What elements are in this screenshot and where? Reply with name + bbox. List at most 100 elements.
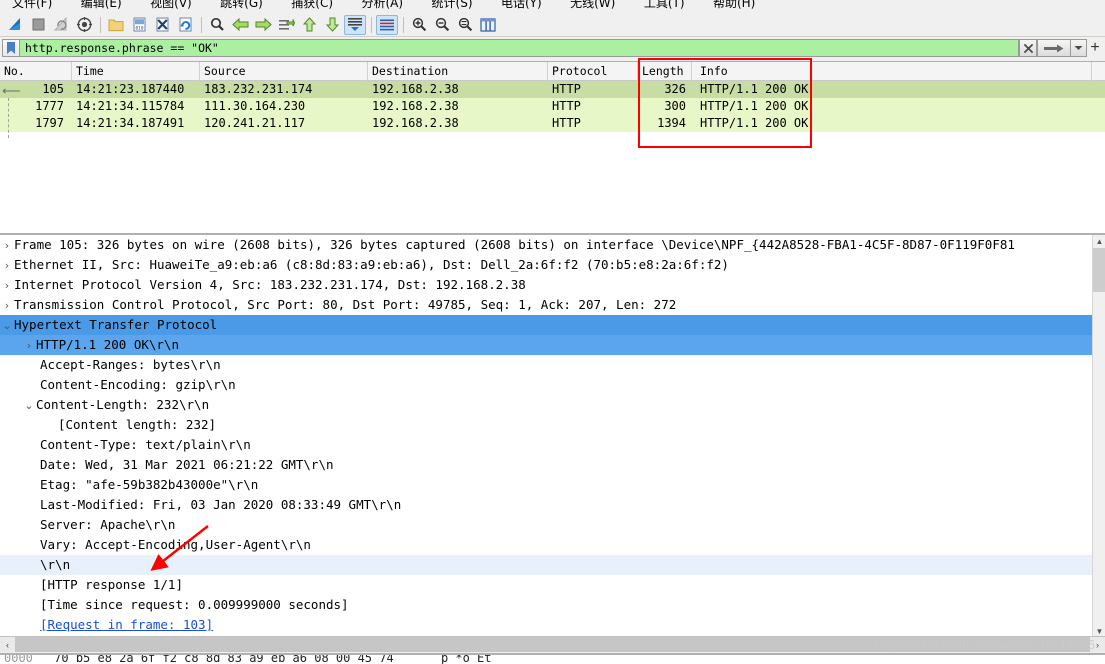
stop-capture-icon[interactable] xyxy=(27,15,49,35)
go-to-packet-icon[interactable] xyxy=(275,15,297,35)
detail-row-content-encoding[interactable]: Content-Encoding: gzip\r\n xyxy=(0,375,1092,395)
column-header-no[interactable]: No. xyxy=(0,62,72,81)
go-first-packet-icon[interactable] xyxy=(298,15,320,35)
column-header-time[interactable]: Time xyxy=(72,62,200,81)
scroll-left-icon[interactable]: ‹ xyxy=(0,637,15,652)
scroll-right-icon[interactable]: › xyxy=(1090,637,1105,652)
zoom-in-icon[interactable] xyxy=(408,15,430,35)
chevron-right-icon[interactable]: › xyxy=(0,256,14,276)
restart-capture-icon[interactable] xyxy=(50,15,72,35)
scrollbar-thumb[interactable] xyxy=(1093,248,1105,292)
detail-row-crlf[interactable]: \r\n xyxy=(0,555,1092,575)
column-header-destination[interactable]: Destination xyxy=(368,62,548,81)
chevron-right-icon[interactable]: › xyxy=(0,236,14,256)
cell-length: 1394 xyxy=(657,116,686,130)
apply-filter-icon[interactable] xyxy=(1037,39,1071,57)
detail-row-server[interactable]: Server: Apache\r\n xyxy=(0,515,1092,535)
menu-item-tools[interactable]: 工具(T) xyxy=(632,0,697,9)
bytes-offset: 0000 xyxy=(4,653,33,664)
menu-item-file[interactable]: 文件(F) xyxy=(0,0,64,9)
save-file-icon[interactable]: 010 xyxy=(128,15,150,35)
table-row[interactable]: 1777 14:21:34.115784 111.30.164.230 192.… xyxy=(0,98,1105,115)
detail-row-text: Internet Protocol Version 4, Src: 183.23… xyxy=(14,277,526,292)
find-packet-icon[interactable] xyxy=(206,15,228,35)
resize-columns-icon[interactable] xyxy=(477,15,499,35)
reload-file-icon[interactable] xyxy=(174,15,196,35)
scroll-down-icon[interactable]: ▼ xyxy=(1093,625,1105,636)
detail-row-content-length-value[interactable]: [Content length: 232] xyxy=(0,415,1092,435)
bytes-ascii: p *o Et xyxy=(440,653,492,664)
column-header-length[interactable]: Length xyxy=(638,62,692,81)
detail-vertical-scrollbar[interactable]: ▲ ▼ xyxy=(1092,235,1105,636)
request-in-frame-link[interactable]: [Request in frame: 103] xyxy=(40,617,213,632)
menu-item-help[interactable]: 帮助(H) xyxy=(701,0,767,9)
detail-row-last-modified[interactable]: Last-Modified: Fri, 03 Jan 2020 08:33:49… xyxy=(0,495,1092,515)
search-input[interactable]: http.response.phrase == "OK" xyxy=(20,39,1019,57)
detail-row-request-in-frame[interactable]: [Request in frame: 103] xyxy=(0,615,1092,635)
detail-row-content-type[interactable]: Content-Type: text/plain\r\n xyxy=(0,435,1092,455)
menu-bar: 文件(F) 编辑(E) 视图(V) 跳转(G) 捕获(C) 分析(A) 统计(S… xyxy=(0,0,1105,13)
toolbar-separator xyxy=(100,16,101,33)
scroll-up-icon[interactable]: ▲ xyxy=(1093,235,1105,248)
packet-list-rows: 105 14:21:23.187440 183.232.231.174 192.… xyxy=(0,81,1105,132)
cell-protocol: HTTP xyxy=(552,116,581,130)
cell-destination: 192.168.2.38 xyxy=(372,82,459,96)
zoom-reset-icon[interactable] xyxy=(454,15,476,35)
detail-row-etag[interactable]: Etag: "afe-59b382b43000e"\r\n xyxy=(0,475,1092,495)
detail-row-status-line[interactable]: › HTTP/1.1 200 OK\r\n xyxy=(0,335,1092,355)
table-row[interactable]: 1797 14:21:34.187491 120.241.21.117 192.… xyxy=(0,115,1105,132)
add-filter-button[interactable]: + xyxy=(1087,39,1103,57)
menu-item-wireless[interactable]: 无线(W) xyxy=(558,0,627,9)
detail-row-ipv4[interactable]: › Internet Protocol Version 4, Src: 183.2… xyxy=(0,275,1092,295)
column-header-info[interactable]: Info xyxy=(692,62,1092,81)
zoom-out-icon[interactable] xyxy=(431,15,453,35)
detail-row-tcp[interactable]: › Transmission Control Protocol, Src Port… xyxy=(0,295,1092,315)
table-row[interactable]: 105 14:21:23.187440 183.232.231.174 192.… xyxy=(0,81,1105,98)
detail-row-ethernet[interactable]: › Ethernet II, Src: HuaweiTe_a9:eb:a6 (c8… xyxy=(0,255,1092,275)
menu-item-view[interactable]: 视图(V) xyxy=(138,0,204,9)
scrollbar-track[interactable] xyxy=(15,637,1090,652)
chevron-down-icon[interactable] xyxy=(1071,39,1087,57)
detail-row-accept-ranges[interactable]: Accept-Ranges: bytes\r\n xyxy=(0,355,1092,375)
menu-item-go[interactable]: 跳转(G) xyxy=(208,0,275,9)
chevron-right-icon[interactable]: › xyxy=(0,276,14,296)
detail-row-content-length[interactable]: ⌄ Content-Length: 232\r\n xyxy=(0,395,1092,415)
detail-row-date[interactable]: Date: Wed, 31 Mar 2021 06:21:22 GMT\r\n xyxy=(0,455,1092,475)
column-header-protocol[interactable]: Protocol xyxy=(548,62,638,81)
go-last-packet-icon[interactable] xyxy=(321,15,343,35)
cell-destination: 192.168.2.38 xyxy=(372,116,459,130)
go-back-icon[interactable] xyxy=(229,15,251,35)
chevron-right-icon[interactable]: › xyxy=(0,296,14,316)
go-forward-icon[interactable] xyxy=(252,15,274,35)
menu-item-edit[interactable]: 编辑(E) xyxy=(69,0,134,9)
detail-horizontal-scrollbar[interactable]: ‹ › xyxy=(0,636,1105,652)
column-header-source[interactable]: Source xyxy=(200,62,368,81)
menu-item-capture[interactable]: 捕获(C) xyxy=(279,0,345,9)
menu-item-statistics[interactable]: 统计(S) xyxy=(420,0,485,9)
start-capture-icon[interactable] xyxy=(4,15,26,35)
detail-row-vary[interactable]: Vary: Accept-Encoding,User-Agent\r\n xyxy=(0,535,1092,555)
close-file-icon[interactable] xyxy=(151,15,173,35)
bytes-hex: 70 b5 e8 2a 6f f2 c8 8d 83 a9 eb a6 08 0… xyxy=(54,653,394,664)
menu-item-analyze[interactable]: 分析(A) xyxy=(350,0,416,9)
detail-row-http-response[interactable]: [HTTP response 1/1] xyxy=(0,575,1092,595)
cell-time: 14:21:23.187440 xyxy=(76,82,185,96)
detail-row-text: Vary: Accept-Encoding,User-Agent\r\n xyxy=(40,537,311,552)
clear-filter-icon[interactable] xyxy=(1019,39,1037,57)
capture-options-icon[interactable] xyxy=(73,15,95,35)
chevron-down-icon[interactable]: ⌄ xyxy=(0,316,14,336)
bookmark-icon[interactable] xyxy=(2,39,20,57)
detail-row-frame[interactable]: › Frame 105: 326 bytes on wire (2608 bits… xyxy=(0,235,1092,255)
auto-scroll-icon[interactable] xyxy=(344,14,366,35)
detail-row-http[interactable]: ⌄ Hypertext Transfer Protocol xyxy=(0,315,1092,335)
cell-source: 111.30.164.230 xyxy=(204,99,306,113)
menu-item-telephony[interactable]: 电话(Y) xyxy=(489,0,554,9)
colorize-icon[interactable] xyxy=(376,14,398,35)
open-file-icon[interactable] xyxy=(105,15,127,35)
detail-row-text: [Time since request: 0.009999000 seconds… xyxy=(40,597,349,612)
detail-row-time-since-request[interactable]: [Time since request: 0.009999000 seconds… xyxy=(0,595,1092,615)
packet-detail-pane: › Frame 105: 326 bytes on wire (2608 bits… xyxy=(0,233,1105,636)
chevron-down-icon[interactable]: ⌄ xyxy=(22,396,36,416)
packet-bytes-pane[interactable]: 0000 70 b5 e8 2a 6f f2 c8 8d 83 a9 eb a6… xyxy=(0,653,1105,664)
chevron-right-icon[interactable]: › xyxy=(22,336,36,356)
